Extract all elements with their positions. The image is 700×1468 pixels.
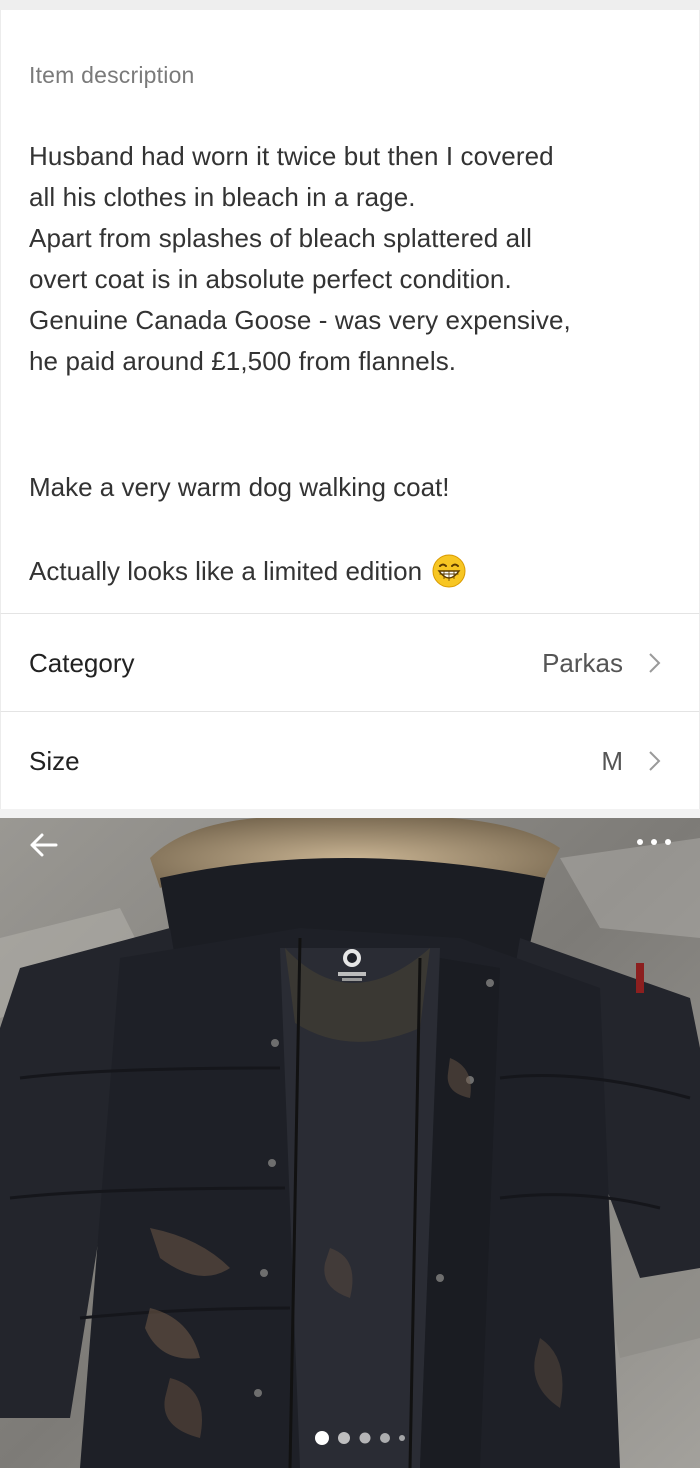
description-line: he paid around £1,500 from flannels.: [29, 346, 457, 376]
description-heading: Item description: [29, 62, 195, 88]
chevron-right-icon: [649, 751, 661, 771]
category-row[interactable]: Category Parkas: [0, 613, 700, 711]
chevron-right-icon: [649, 653, 661, 673]
description-line: overt coat is in absolute perfect condit…: [29, 264, 512, 294]
category-value: Parkas: [542, 648, 623, 678]
category-label: Category: [29, 648, 135, 678]
carousel-dot: [359, 1432, 371, 1444]
description-line: Apart from splashes of bleach splattered…: [29, 223, 532, 253]
carousel-dot: [338, 1432, 350, 1444]
description-extra-line-emoji: Actually looks like a limited edition: [29, 554, 466, 588]
description-extra-text: Actually looks like a limited edition: [29, 555, 423, 586]
coat-image: [0, 818, 700, 1468]
carousel-indicator: [315, 1431, 405, 1445]
carousel-dot: [399, 1435, 405, 1441]
carousel-dot-active: [315, 1431, 329, 1445]
carousel-dot: [380, 1433, 390, 1443]
more-dots-icon[interactable]: [632, 836, 676, 848]
description-extra-line: Make a very warm dog walking coat!: [29, 472, 450, 502]
top-strip: [0, 0, 700, 10]
arrow-left-icon[interactable]: [26, 828, 60, 862]
size-label: Size: [29, 746, 80, 776]
size-row[interactable]: Size M: [0, 711, 700, 809]
description-line: all his clothes in bleach in a rage.: [29, 182, 416, 212]
listing-page: Item description Husband had worn it twi…: [0, 0, 700, 1468]
grinning-face-emoji-icon: [432, 554, 466, 588]
coat-photo[interactable]: [0, 818, 700, 1468]
item-description-card: Item description Husband had worn it twi…: [0, 10, 700, 613]
size-value: M: [601, 746, 623, 776]
description-line: Genuine Canada Goose - was very expensiv…: [29, 305, 571, 335]
description-text: Husband had worn it twice but then I cov…: [29, 136, 679, 382]
description-line: Husband had worn it twice but then I cov…: [29, 141, 554, 171]
